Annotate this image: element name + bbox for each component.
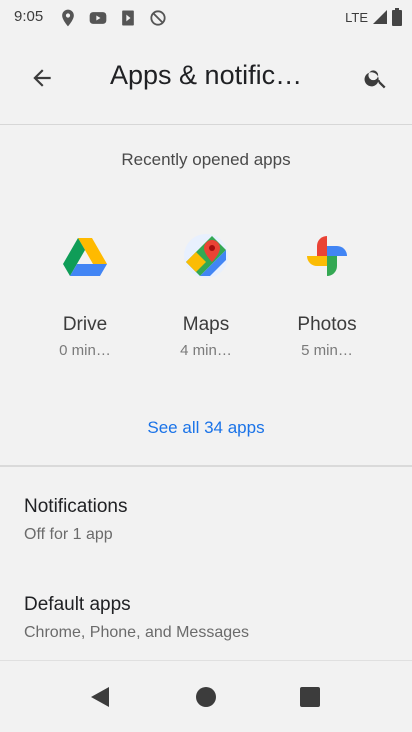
photos-icon [299,228,355,284]
search-button[interactable] [352,54,400,102]
app-last-used: 5 min… [301,342,353,359]
app-last-used: 4 min… [180,342,232,359]
drive-icon [57,228,113,284]
signal-icon [373,10,387,24]
nav-back-button[interactable] [82,679,118,715]
maps-icon [62,9,74,27]
recent-app-maps[interactable]: Maps 4 min… [151,228,261,359]
home-circle-icon [196,687,216,707]
youtube-icon [89,12,107,24]
page-title: Apps & notific… [110,60,303,90]
status-time: 9:05 [14,8,44,25]
app-last-used: 0 min… [59,342,111,359]
recent-app-drive[interactable]: Drive 0 min… [30,228,140,359]
battery-icon [392,8,402,26]
status-bar: 9:05 LTE [0,0,412,36]
recent-app-photos[interactable]: Photos 5 min… [272,228,382,359]
network-type: LTE [345,9,368,25]
item-subtitle: Chrome, Phone, and Messages [24,624,250,641]
arrow-back-icon [33,69,51,87]
play-store-icon [122,10,134,26]
recent-apps-header: Recently opened apps [121,150,291,169]
item-subtitle: Off for 1 app [24,526,113,543]
maps-icon [178,228,234,284]
item-title: Default apps [24,594,131,615]
notification-icons [58,8,168,28]
recents-square-icon [300,687,320,707]
navigation-bar [0,660,412,732]
item-title: Notifications [24,496,128,517]
back-button[interactable] [18,58,66,98]
see-all-apps-link[interactable]: See all 34 apps [0,418,412,438]
divider [0,124,412,125]
app-name: Photos [297,314,357,335]
app-name: Maps [182,314,230,335]
back-triangle-icon [91,687,109,707]
settings-content[interactable]: Recently opened apps Drive 0 min… Maps 4… [0,120,412,660]
status-right: LTE [345,8,402,26]
nav-recents-button[interactable] [292,679,328,715]
settings-item-notifications[interactable]: Notifications Off for 1 app [0,486,412,564]
section-divider [0,465,412,467]
app-bar: Apps & notific… [0,36,412,120]
no-sync-icon [150,10,166,26]
search-icon [364,70,386,89]
nav-home-button[interactable] [188,679,224,715]
app-name: Drive [62,314,108,335]
settings-item-default-apps[interactable]: Default apps Chrome, Phone, and Messages [0,584,412,660]
